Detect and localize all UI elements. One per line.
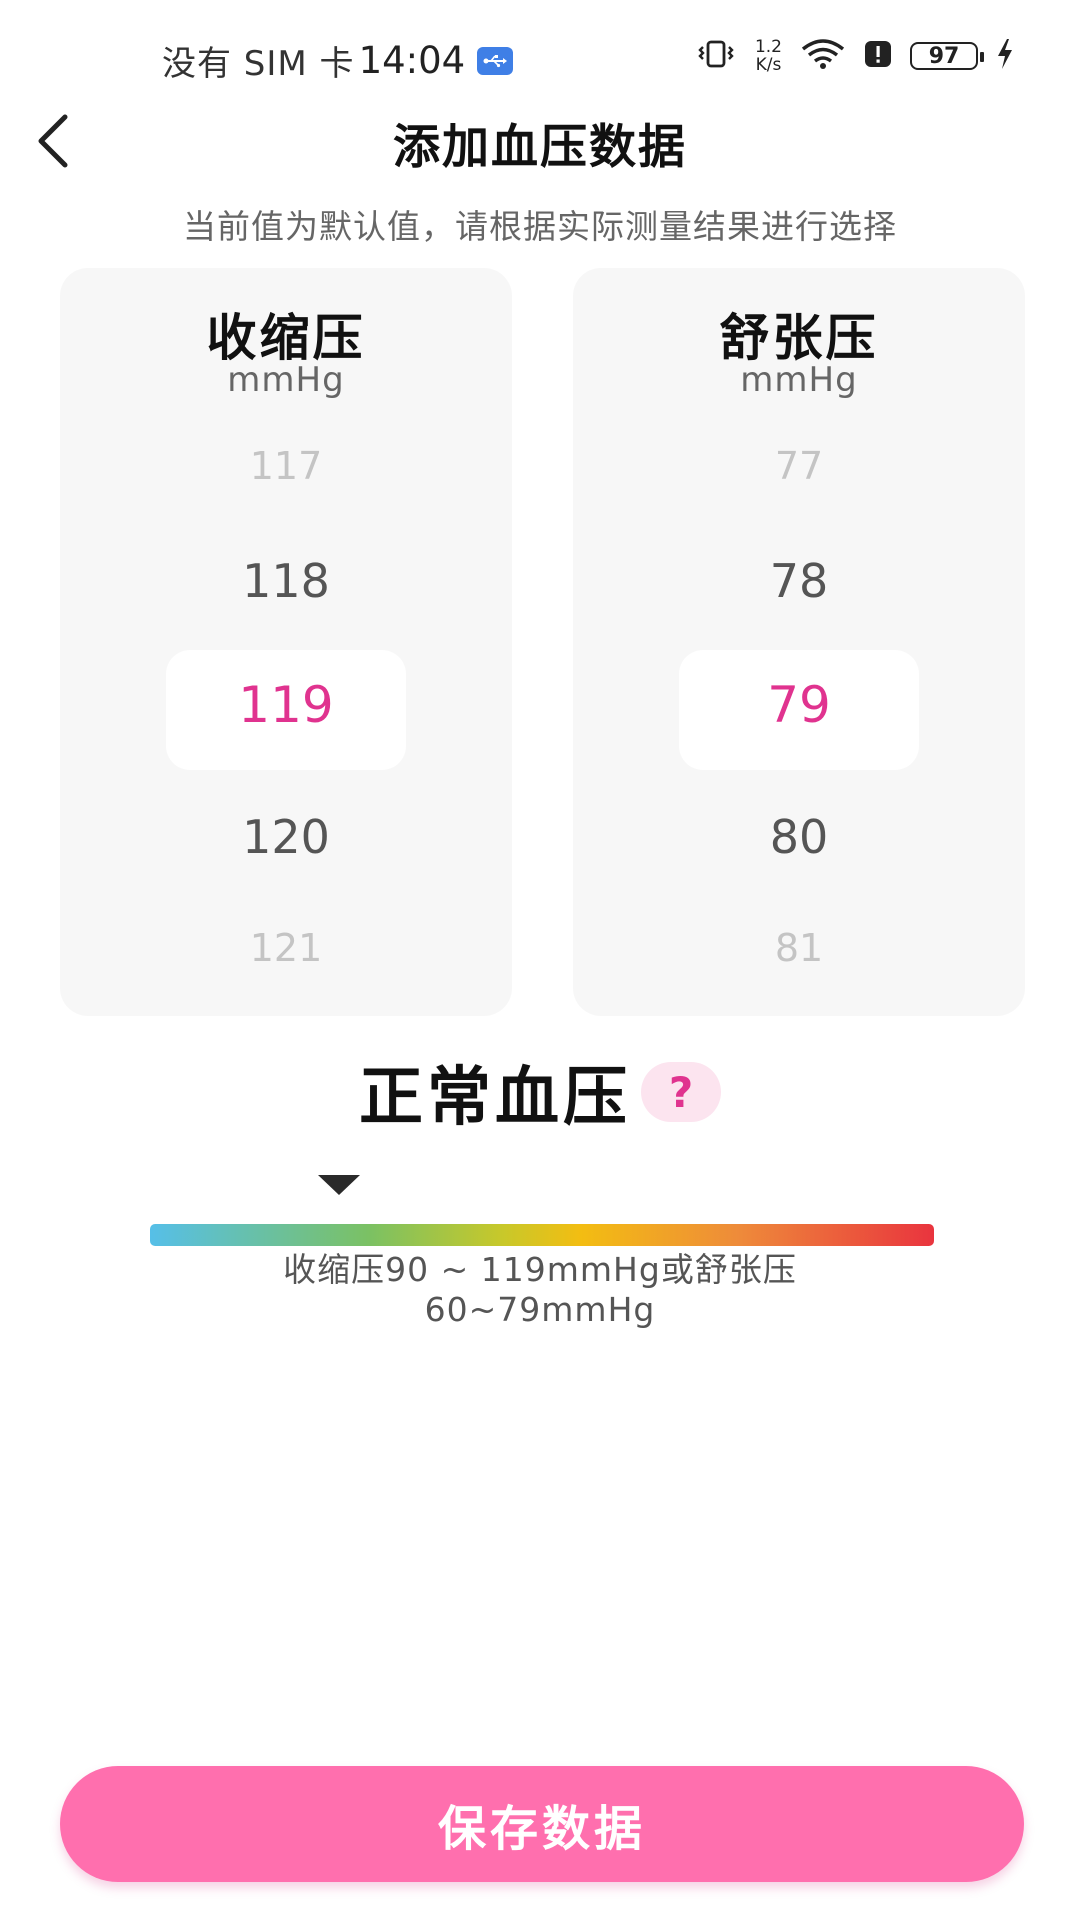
diastolic-unit: mmHg [740,360,858,400]
systolic-selected-value[interactable]: 119 [60,676,512,734]
systolic-option[interactable]: 117 [60,444,512,488]
diastolic-option[interactable]: 80 [573,810,1025,864]
status-left: 没有 SIM 卡 14:04 [162,36,514,85]
battery-nub [980,52,984,62]
clock: 14:04 [358,39,466,82]
systolic-picker[interactable]: 收缩压 mmHg 117 118 119 120 121 [60,268,512,1016]
alert-icon [864,39,892,73]
net-speed-value: 1.2 [754,37,782,57]
diastolic-picker[interactable]: 舒张压 mmHg 77 78 79 80 81 [573,268,1025,1016]
bp-level-gradient-bar [150,1224,934,1246]
vibrate-icon [695,39,737,73]
charging-icon [996,38,1014,74]
bp-status-label: 正常血压 [359,1061,631,1135]
usb-icon [477,46,514,75]
header: 添加血压数据 [0,100,1080,180]
save-button[interactable]: 保存数据 [60,1766,1024,1882]
systolic-option[interactable]: 120 [60,810,512,864]
carrier-label: 没有 SIM 卡 [162,44,355,84]
battery-level: 97 [928,43,960,69]
page-title: 添加血压数据 [393,120,687,175]
diastolic-selected-value[interactable]: 79 [573,676,1025,734]
range-line-1: 收缩压90 ~ 119mmHg或舒张压 [283,1250,797,1289]
systolic-option[interactable]: 121 [60,926,512,970]
status-right: 1.2 K/s 97 [677,38,1014,74]
question-icon: ? [668,1067,694,1117]
diastolic-option[interactable]: 81 [573,926,1025,970]
wifi-icon [800,38,846,74]
battery-icon: 97 [910,42,984,70]
range-line-2: 60~79mmHg [424,1290,656,1329]
diastolic-option[interactable]: 77 [573,444,1025,488]
net-speed: 1.2 K/s [755,38,782,74]
systolic-unit: mmHg [227,360,345,400]
help-button[interactable]: ? [641,1062,721,1122]
diastolic-option[interactable]: 78 [573,554,1025,608]
systolic-option[interactable]: 118 [60,554,512,608]
hint-text: 当前值为默认值，请根据实际测量结果进行选择 [183,207,897,246]
level-marker-icon [318,1175,360,1195]
net-speed-unit: K/s [755,55,782,75]
result-section: 正常血压 ? [0,1046,1080,1138]
range-description: 收缩压90 ~ 119mmHg或舒张压 60~79mmHg [200,1250,880,1330]
